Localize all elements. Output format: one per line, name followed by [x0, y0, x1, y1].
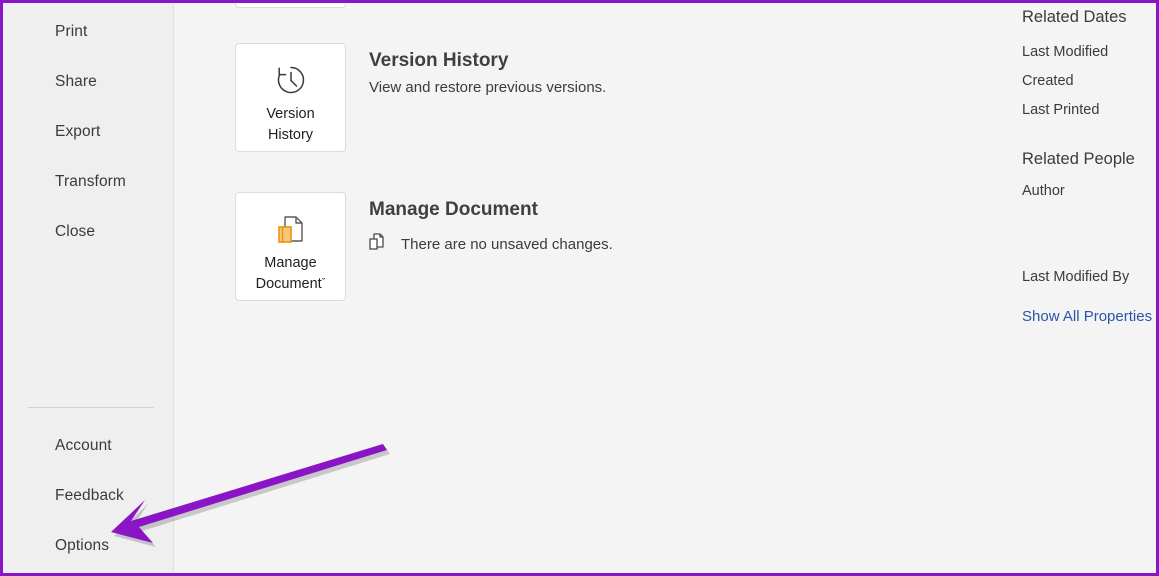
chevron-down-icon[interactable]: ˇ — [322, 277, 326, 289]
related-people-heading: Related People — [1022, 150, 1135, 169]
sidebar-item-print[interactable]: Print — [55, 23, 87, 41]
copy-documents-icon — [367, 231, 389, 258]
card-caption-line1: Version — [266, 106, 314, 122]
related-dates-heading: Related Dates — [1022, 8, 1127, 27]
sidebar-item-account[interactable]: Account — [55, 437, 112, 455]
version-history-description: View and restore previous versions. — [369, 79, 606, 96]
sidebar-item-share[interactable]: Share — [55, 73, 97, 91]
sidebar-item-options[interactable]: Options — [55, 537, 109, 555]
version-history-title: Version History — [369, 50, 508, 72]
version-history-caption: Version History — [266, 104, 314, 146]
office-backstage-info-screen: Print Share Export Transform Close Accou… — [0, 0, 1159, 576]
document-properties-pane: Related Dates Last Modified Created Last… — [1000, 3, 1156, 573]
sidebar-item-export[interactable]: Export — [55, 123, 100, 141]
version-history-button[interactable]: Version History — [235, 43, 346, 152]
sidebar-item-transform[interactable]: Transform — [55, 173, 126, 191]
manage-document-button[interactable]: Manage Documentˇ — [235, 192, 346, 301]
manage-document-icon — [271, 207, 311, 251]
sidebar-item-feedback[interactable]: Feedback — [55, 487, 124, 505]
card-caption-line1: Manage — [264, 255, 316, 271]
unsaved-changes-text: There are no unsaved changes. — [401, 236, 613, 253]
property-author[interactable]: Author — [1022, 183, 1065, 199]
property-created[interactable]: Created — [1022, 73, 1074, 89]
sidebar-divider — [28, 407, 154, 408]
manage-document-caption: Manage Documentˇ — [256, 253, 326, 296]
version-history-icon — [271, 58, 311, 102]
unsaved-changes-status: There are no unsaved changes. — [367, 231, 613, 258]
partial-card-above[interactable] — [235, 0, 346, 8]
property-last-modified[interactable]: Last Modified — [1022, 44, 1108, 60]
show-all-properties-link[interactable]: Show All Properties — [1022, 308, 1152, 325]
card-caption-line2: Document — [256, 276, 322, 292]
property-last-modified-by[interactable]: Last Modified By — [1022, 269, 1129, 285]
card-caption-line2: History — [268, 127, 313, 143]
sidebar-item-close[interactable]: Close — [55, 223, 95, 241]
manage-document-title: Manage Document — [369, 199, 538, 221]
property-last-printed[interactable]: Last Printed — [1022, 102, 1099, 118]
backstage-sidebar: Print Share Export Transform Close Accou… — [3, 3, 174, 573]
